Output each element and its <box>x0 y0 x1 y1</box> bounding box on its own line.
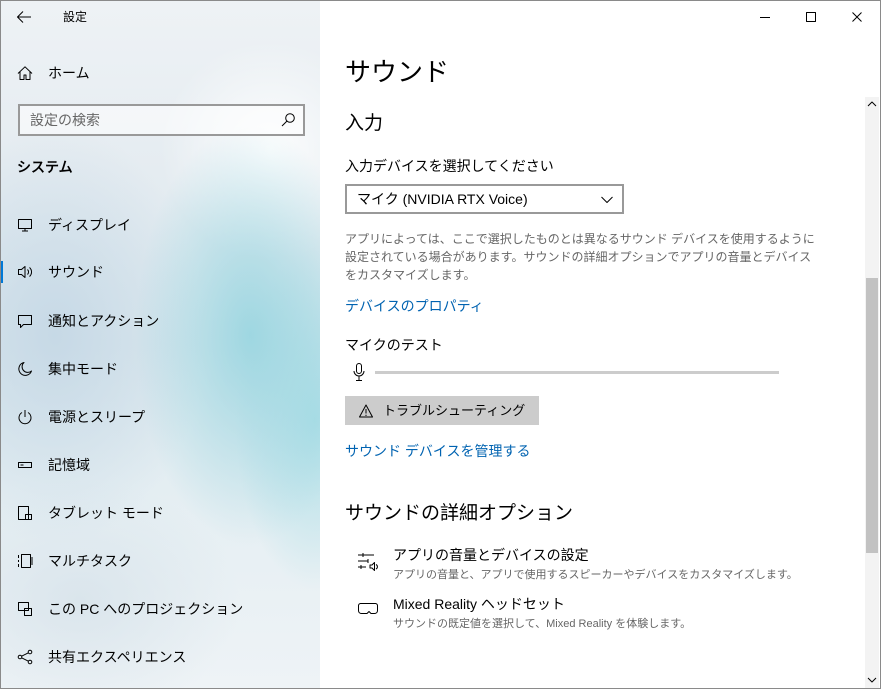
sidebar-item-label: 集中モード <box>48 361 118 377</box>
advanced-item-mixed-reality[interactable]: Mixed Reality ヘッドセット サウンドの既定値を選択して、Mixed… <box>345 591 845 635</box>
advanced-item-description: サウンドの既定値を選択して、Mixed Reality を体験します。 <box>393 618 692 630</box>
sidebar-item-power[interactable]: 電源とスリープ <box>0 393 320 441</box>
input-heading: 入力 <box>345 113 384 134</box>
advanced-item-title: Mixed Reality ヘッドセット <box>393 596 565 612</box>
chevron-down-icon <box>601 196 613 203</box>
sidebar-item-storage[interactable]: 記憶域 <box>0 441 320 489</box>
minimize-button[interactable] <box>742 0 788 34</box>
mic-level-meter <box>375 371 779 374</box>
sidebar-item-label: タブレット モード <box>48 505 164 521</box>
manage-sound-devices-link[interactable]: サウンド デバイスを管理する <box>345 441 530 461</box>
mic-test-label: マイクのテスト <box>345 337 443 353</box>
sidebar-item-label: 共有エクスペリエンス <box>48 649 187 665</box>
main-panel: サウンド 入力 入力デバイスを選択してください マイク (NVIDIA RTX … <box>320 0 881 689</box>
advanced-item-title: アプリの音量とデバイスの設定 <box>393 547 589 563</box>
minimize-icon <box>760 17 770 18</box>
search-icon[interactable] <box>281 113 295 127</box>
speaker-icon <box>18 266 32 278</box>
microphone-icon <box>353 363 365 381</box>
sidebar-item-shared-experiences[interactable]: 共有エクスペリエンス <box>0 633 320 681</box>
storage-icon <box>18 462 32 468</box>
sidebar-item-label: 電源とスリープ <box>48 409 146 425</box>
sidebar-item-label: ディスプレイ <box>48 217 132 233</box>
sidebar-item-label: この PC へのプロジェクション <box>48 601 244 617</box>
maximize-button[interactable] <box>788 0 834 34</box>
tablet-icon <box>18 506 32 520</box>
sidebar-home[interactable]: ホーム <box>0 49 320 97</box>
scrollbar[interactable] <box>865 97 879 689</box>
power-icon <box>18 410 32 425</box>
sidebar-item-projection[interactable]: この PC へのプロジェクション <box>0 585 320 633</box>
moon-icon <box>18 362 32 376</box>
home-label: ホーム <box>48 65 90 81</box>
sidebar-item-label: 通知とアクション <box>48 313 160 329</box>
multitasking-icon <box>18 554 33 568</box>
sidebar: 設定 ホーム システム ディスプレイ サウンド 通知とアクション <box>0 0 320 689</box>
back-button[interactable] <box>0 0 48 34</box>
app-volume-icon <box>358 553 378 571</box>
input-description: アプリによっては、ここで選択したものとは異なるサウンド デバイスを使用するように… <box>345 232 815 282</box>
sidebar-item-focus-assist[interactable]: 集中モード <box>0 345 320 393</box>
back-arrow-icon <box>17 11 31 23</box>
scroll-thumb[interactable] <box>866 278 878 553</box>
page-title: サウンド <box>345 57 450 87</box>
input-device-dropdown[interactable]: マイク (NVIDIA RTX Voice) <box>345 184 624 214</box>
troubleshoot-button[interactable]: トラブルシューティング <box>345 396 540 425</box>
display-icon <box>18 219 32 232</box>
notification-icon <box>18 315 32 328</box>
sidebar-item-label: マルチタスク <box>48 553 132 569</box>
home-icon <box>17 66 33 80</box>
sidebar-item-sound[interactable]: サウンド <box>0 248 320 296</box>
device-properties-link[interactable]: デバイスのプロパティ <box>345 296 484 316</box>
warning-icon <box>359 404 373 417</box>
sidebar-item-label: サウンド <box>48 264 104 280</box>
app-title: 設定 <box>63 10 88 24</box>
troubleshoot-label: トラブルシューティング <box>383 402 526 418</box>
shared-experiences-icon <box>17 649 33 665</box>
maximize-icon <box>806 12 816 22</box>
scroll-down-icon[interactable] <box>867 677 877 683</box>
search-box <box>18 104 305 136</box>
input-device-selected: マイク (NVIDIA RTX Voice) <box>357 191 528 207</box>
advanced-options-heading: サウンドの詳細オプション <box>345 503 574 524</box>
vr-headset-icon <box>358 603 378 614</box>
advanced-item-app-volume[interactable]: アプリの音量とデバイスの設定 アプリの音量と、アプリで使用するスピーカーやデバイ… <box>345 542 845 586</box>
input-device-prompt: 入力デバイスを選択してください <box>345 158 554 174</box>
projection-icon <box>18 602 32 616</box>
close-button[interactable] <box>834 0 880 34</box>
section-title: システム <box>17 159 73 175</box>
advanced-item-description: アプリの音量と、アプリで使用するスピーカーやデバイスをカスタマイズします。 <box>393 569 798 581</box>
sidebar-item-notifications[interactable]: 通知とアクション <box>0 297 320 345</box>
close-icon <box>852 12 862 22</box>
sidebar-item-multitasking[interactable]: マルチタスク <box>0 537 320 585</box>
search-input[interactable] <box>20 106 303 134</box>
sidebar-item-display[interactable]: ディスプレイ <box>0 201 320 249</box>
scroll-up-icon[interactable] <box>867 101 877 107</box>
sidebar-item-tablet-mode[interactable]: タブレット モード <box>0 489 320 537</box>
sidebar-item-label: 記憶域 <box>48 457 90 473</box>
